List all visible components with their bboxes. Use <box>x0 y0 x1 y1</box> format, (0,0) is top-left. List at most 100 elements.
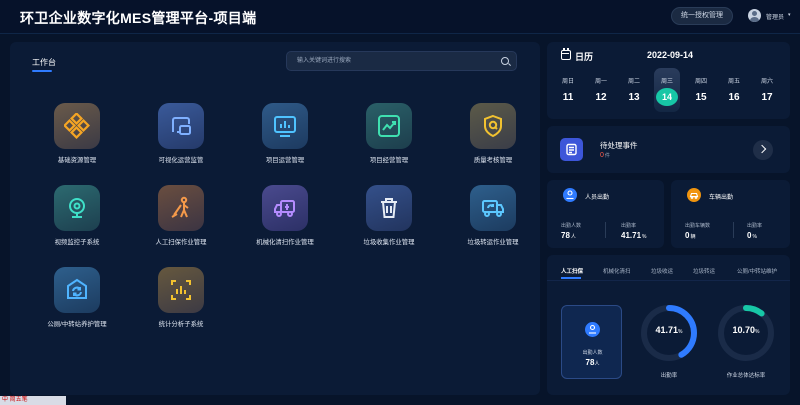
calendar-date: 2022-09-14 <box>647 50 694 60</box>
tile-manual-sweeping[interactable]: 人工扫保作业管理 <box>129 185 233 263</box>
attendance-rate-gauge: 41.71% <box>639 303 699 363</box>
tile-visual-monitoring[interactable]: 可视化运营监管 <box>129 103 233 181</box>
attendance-count-card: 出勤人数 78人 <box>561 305 622 379</box>
day-name: 周四 <box>694 79 707 85</box>
stats-icon[interactable] <box>158 267 204 313</box>
tile-label: 项目经营管理 <box>369 157 409 164</box>
search-icon[interactable] <box>501 57 509 65</box>
unit: 辆 <box>690 234 696 240</box>
divider <box>605 222 606 238</box>
recycle-truck-icon[interactable] <box>470 185 516 231</box>
refresh-box-icon[interactable] <box>54 267 100 313</box>
vehicle-attendance-title: 车辆出勤 <box>709 195 734 201</box>
ring-value: 41.71 <box>655 325 679 335</box>
pending-count-value: 0 <box>600 152 604 159</box>
pending-events-panel[interactable]: 待处理事件 0件 <box>547 126 790 173</box>
day-number: 11 <box>562 92 574 103</box>
tile-toilet-station-maintenance[interactable]: 公厕/中转站养护管理 <box>25 267 129 345</box>
monitor-icon[interactable] <box>158 103 204 149</box>
tile-label: 垃圾收集作业管理 <box>363 239 415 246</box>
day-number: 14 <box>656 88 678 106</box>
user-name[interactable]: 管理员 <box>766 12 784 21</box>
vehicle-rate-value: 0 <box>747 231 752 240</box>
calendar-day[interactable]: 周日 11 <box>555 68 581 112</box>
trash-bin-icon[interactable] <box>366 185 412 231</box>
tab-toilet-station[interactable]: 公厕/中转站维护 <box>737 267 777 275</box>
unit: % <box>678 329 683 335</box>
shield-icon[interactable] <box>470 103 516 149</box>
tile-project-business[interactable]: 项目经营管理 <box>337 103 441 181</box>
tile-garbage-collection[interactable]: 垃圾收集作业管理 <box>337 185 441 263</box>
tile-label: 项目运营管理 <box>265 157 305 164</box>
tab-manual-sweeping[interactable]: 人工扫保 <box>561 267 583 275</box>
top-bar: 环卫企业数字化MES管理平台-项目端 统一授权管理 管理员 ▾ <box>0 0 800 34</box>
search-input[interactable] <box>297 55 487 67</box>
trend-chart-icon[interactable] <box>366 103 412 149</box>
attendance-count-value: 78人 <box>562 358 623 367</box>
stat-label: 出勤车辆数 <box>685 223 711 229</box>
calendar-day-selected[interactable]: 周三 14 <box>654 68 680 112</box>
tile-quality-assessment[interactable]: 质量考核管理 <box>441 103 545 181</box>
operations-panel: 人工扫保 机械化清扫 垃圾收运 垃圾转运 公厕/中转站维护 出勤人数 78人 4… <box>547 255 790 395</box>
day-number: 17 <box>761 92 773 103</box>
tile-label: 统计分析子系统 <box>158 321 204 328</box>
unit: % <box>752 234 757 240</box>
tile-garbage-transfer[interactable]: 垃圾转运作业管理 <box>441 185 545 263</box>
staff-attendance-title: 人员出勤 <box>585 195 610 201</box>
tile-basic-resources[interactable]: 基础资源管理 <box>25 103 129 181</box>
stat-label: 出勤率 <box>747 223 763 229</box>
tile-label: 基础资源管理 <box>57 157 97 164</box>
day-name: 周三 <box>660 79 673 85</box>
stat-label: 出勤率 <box>621 223 637 229</box>
bar-chart-icon[interactable] <box>262 103 308 149</box>
staff-rate-value: 41.71 <box>621 231 642 240</box>
unified-authorization-button[interactable]: 统一授权管理 <box>671 7 733 25</box>
divider <box>547 280 790 281</box>
gauge-value: 10.70% <box>716 325 776 335</box>
tile-project-operations[interactable]: 项目运营管理 <box>233 103 337 181</box>
tab-garbage-transfer[interactable]: 垃圾转运 <box>693 267 715 275</box>
attendance-count-label: 出勤人数 <box>582 350 603 356</box>
ring-value: 10.70 <box>732 325 756 335</box>
truck-icon[interactable] <box>262 185 308 231</box>
day-number: 12 <box>595 92 607 103</box>
gauge-value: 41.71% <box>639 325 699 335</box>
tile-label: 垃圾转运作业管理 <box>467 239 519 246</box>
calendar-day[interactable]: 周六 17 <box>754 68 780 112</box>
day-number: 16 <box>728 92 740 103</box>
calendar-day[interactable]: 周四 15 <box>688 68 714 112</box>
input-method-bar[interactable]: 中 简五笔 <box>0 396 66 405</box>
chevron-right-icon[interactable] <box>753 140 773 160</box>
attendance-rate-label: 出勤率 <box>660 373 678 379</box>
chevron-down-icon[interactable]: ▾ <box>788 12 791 18</box>
user-avatar[interactable] <box>748 9 761 22</box>
tab-mechanized-sweeping[interactable]: 机械化清扫 <box>603 267 631 275</box>
tab-workspace[interactable]: 工作台 <box>32 57 56 68</box>
tile-label: 人工扫保作业管理 <box>155 239 207 246</box>
calendar-day[interactable]: 周一 12 <box>588 68 614 112</box>
calendar-day[interactable]: 周五 16 <box>721 68 747 112</box>
person-icon <box>585 322 600 337</box>
tile-label: 质量考核管理 <box>473 157 513 164</box>
day-number: 13 <box>628 92 640 103</box>
app-title: 环卫企业数字化MES管理平台-项目端 <box>20 10 257 26</box>
tile-mechanized-sweeping[interactable]: 机械化清扫作业管理 <box>233 185 337 263</box>
tab-garbage-collection[interactable]: 垃圾收运 <box>651 267 673 275</box>
tile-label: 可视化运营监管 <box>158 157 204 164</box>
diamond-grid-icon[interactable] <box>54 103 100 149</box>
sweeper-icon[interactable] <box>158 185 204 231</box>
camera-icon[interactable] <box>54 185 100 231</box>
pending-events-count: 0件 <box>600 152 610 159</box>
stat-value: 0% <box>747 231 757 240</box>
search-box[interactable] <box>286 51 517 71</box>
car-icon <box>687 188 701 202</box>
tile-video-surveillance[interactable]: 视频监控子系统 <box>25 185 129 263</box>
unit: 人 <box>594 361 600 367</box>
stat-value: 0辆 <box>685 231 695 240</box>
vehicle-count-value: 0 <box>685 231 690 240</box>
calendar-title: 日历 <box>575 52 594 62</box>
stat-value: 78人 <box>561 231 576 240</box>
tile-statistical-analysis[interactable]: 统计分析子系统 <box>129 267 233 345</box>
document-icon <box>560 138 583 161</box>
calendar-day[interactable]: 周二 13 <box>621 68 647 112</box>
